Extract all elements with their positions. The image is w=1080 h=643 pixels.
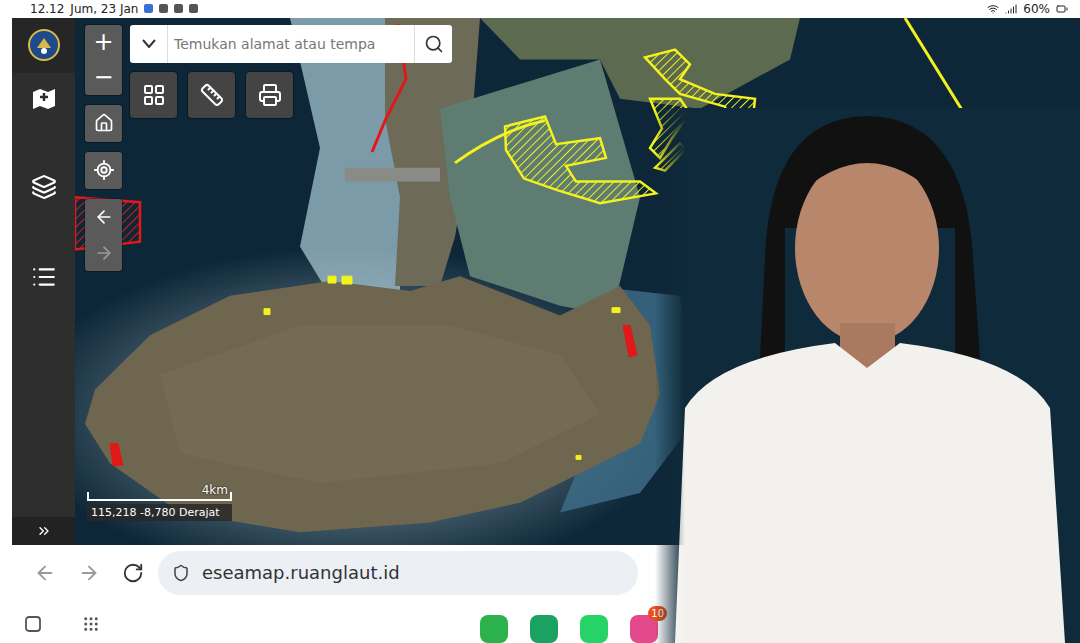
- printer-icon: [258, 83, 282, 107]
- coordinates: 115,218 -8,780 Derajat: [87, 504, 232, 521]
- add-map-icon: [31, 84, 57, 110]
- print-button[interactable]: [246, 72, 293, 118]
- zone-area[interactable]: [110, 443, 123, 465]
- sidebar: [12, 18, 75, 545]
- caret-down-icon: [142, 39, 156, 48]
- grid-icon: [142, 83, 166, 107]
- emblem-icon: [27, 28, 61, 62]
- search-source-dropdown[interactable]: [130, 25, 168, 63]
- forward-button[interactable]: [78, 562, 100, 584]
- locate-icon: [93, 159, 115, 181]
- legend-button[interactable]: [12, 253, 75, 301]
- previous-extent-button[interactable]: [94, 199, 114, 235]
- notification-icon: [174, 4, 183, 13]
- expand-icon: [36, 523, 52, 539]
- search-bar: [130, 25, 452, 63]
- url-text: eseamap.ruanglaut.id: [202, 562, 400, 583]
- scale: 4km 115,218 -8,780 Derajat: [87, 492, 232, 521]
- search-button[interactable]: [414, 25, 452, 63]
- zone-line[interactable]: [455, 120, 545, 162]
- forward-icon: [78, 562, 100, 584]
- screenshot-icon[interactable]: [24, 615, 42, 633]
- zoom-out-button[interactable]: −: [85, 60, 122, 95]
- app-icon[interactable]: 10: [630, 615, 658, 643]
- zone-area[interactable]: [623, 325, 637, 357]
- status-time: 12.12: [30, 2, 64, 16]
- list-icon: [31, 264, 57, 290]
- whatsapp-app-icon[interactable]: [580, 615, 608, 643]
- address-bar[interactable]: eseamap.ruanglaut.id: [158, 551, 638, 595]
- arrow-right-icon: [94, 243, 114, 263]
- notification-icon: [189, 4, 198, 13]
- zoom-in-button[interactable]: +: [85, 25, 122, 60]
- add-map-button[interactable]: [12, 73, 75, 121]
- basemap-button[interactable]: [130, 72, 177, 118]
- zone-area[interactable]: [264, 276, 620, 459]
- scale-bar: 4km: [87, 492, 232, 501]
- home-button[interactable]: [85, 105, 122, 142]
- notification-icon: [144, 4, 153, 13]
- ruler-icon: [200, 83, 224, 107]
- logo[interactable]: [12, 18, 75, 73]
- screen: 12.12 Jum, 23 Jan 60% +− 4km 115,218 -8,780 D…: [0, 0, 1080, 643]
- battery-level: 60%: [1023, 2, 1050, 16]
- scale-label: 4km: [202, 483, 228, 497]
- locate-button[interactable]: [85, 152, 122, 189]
- person-photo: [655, 108, 1080, 643]
- status-date: Jum, 23 Jan: [70, 2, 138, 16]
- home-icon: [94, 113, 114, 133]
- arrow-left-icon: [94, 207, 114, 227]
- wifi-icon: [987, 3, 999, 15]
- reload-icon: [122, 562, 144, 584]
- battery-icon: [1056, 3, 1068, 15]
- search-icon: [424, 34, 444, 54]
- next-extent-button[interactable]: [94, 235, 114, 271]
- back-icon: [34, 562, 56, 584]
- layers-button[interactable]: [12, 163, 75, 211]
- signal-icon: [1005, 3, 1017, 15]
- measure-button[interactable]: [188, 72, 235, 118]
- search-input[interactable]: [168, 36, 414, 52]
- app-drawer-icon[interactable]: [82, 615, 100, 633]
- zone-hatched[interactable]: [505, 116, 656, 203]
- status-bar: 12.12 Jum, 23 Jan 60%: [0, 0, 1080, 18]
- zoom-control: +−: [85, 25, 122, 95]
- extent-history: [85, 199, 122, 271]
- map-controls: +−: [85, 25, 452, 271]
- expand-button[interactable]: [12, 517, 75, 545]
- layers-icon: [31, 174, 57, 200]
- back-button[interactable]: [34, 562, 56, 584]
- reload-button[interactable]: [122, 562, 144, 584]
- site-info-icon: [172, 564, 190, 582]
- phone-app-icon[interactable]: [530, 615, 558, 643]
- notification-icon: [159, 4, 168, 13]
- feedly-app-icon[interactable]: [480, 615, 508, 643]
